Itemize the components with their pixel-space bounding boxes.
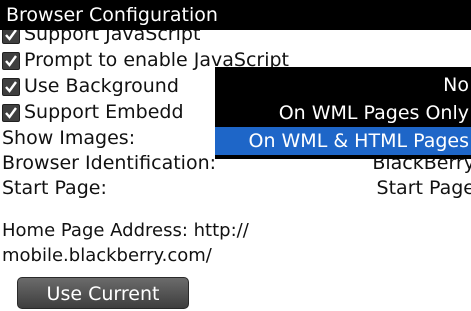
home-page-line2: mobile.blackberry.com/ — [2, 245, 212, 266]
option-label: Use Background — [24, 75, 179, 97]
checkbox-icon[interactable] — [2, 52, 20, 70]
dropdown-option-wml-html[interactable]: On WML & HTML Pages — [215, 127, 471, 155]
start-page-value: Start Page — [376, 177, 471, 199]
browser-id-label: Browser Identification: — [2, 152, 217, 174]
start-page-setting[interactable]: Start Page: Start Page — [0, 176, 471, 200]
home-page-address: Home Page Address: http:// mobile.blackb… — [2, 218, 342, 268]
browser-configuration-screen: Support JavaScript Browser Configuration… — [0, 0, 471, 311]
checkbox-icon[interactable] — [2, 104, 20, 122]
start-page-label: Start Page: — [2, 177, 107, 199]
option-label: Support Embedd — [24, 101, 184, 123]
checkbox-icon[interactable] — [2, 78, 20, 96]
home-page-line1: Home Page Address: http:// — [2, 220, 249, 241]
use-current-button[interactable]: Use Current — [17, 277, 189, 309]
show-images-label: Show Images: — [2, 127, 136, 149]
show-images-dropdown[interactable]: No On WML Pages Only On WML & HTML Pages — [215, 67, 471, 159]
dropdown-option-no[interactable]: No — [443, 71, 469, 99]
screen-title: Browser Configuration — [0, 0, 471, 30]
dropdown-option-wml-only[interactable]: On WML Pages Only — [279, 99, 469, 127]
